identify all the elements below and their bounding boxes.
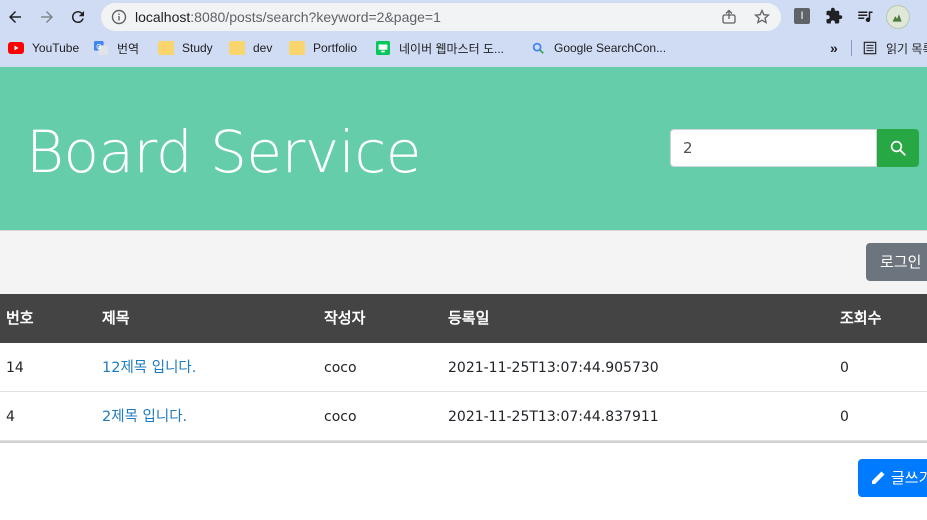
youtube-icon — [8, 42, 24, 54]
cell-views: 0 — [840, 360, 849, 376]
cell-views: 0 — [840, 409, 849, 425]
search-button[interactable] — [877, 129, 919, 167]
bookmarks-bar: YouTube G 번역 Study dev Portfolio 네이버 웹마스… — [0, 36, 927, 60]
extension-i-icon[interactable]: I — [792, 6, 812, 26]
column-header-author: 작성자 — [324, 309, 366, 327]
bookmark-folder-dev[interactable]: dev — [229, 39, 272, 57]
extensions-puzzle-icon[interactable] — [824, 6, 844, 26]
profile-picture-icon — [892, 14, 902, 22]
page-title: Board Service — [26, 118, 421, 186]
bookmark-search-console[interactable]: Google SearchCon... — [530, 39, 666, 57]
login-button[interactable]: 로그인 — [866, 243, 927, 281]
naver-webmaster-icon — [376, 41, 390, 55]
media-playlist-icon[interactable] — [855, 6, 875, 26]
column-header-number: 번호 — [6, 309, 34, 327]
bookmark-youtube[interactable]: YouTube — [8, 39, 79, 57]
back-arrow-icon — [9, 11, 21, 23]
site-info-icon[interactable] — [111, 9, 127, 25]
write-post-button[interactable]: 글쓰기 — [858, 459, 927, 497]
svg-text:G: G — [96, 44, 101, 51]
folder-icon — [289, 41, 305, 55]
cell-author: coco — [324, 360, 357, 376]
bookmark-folder-study[interactable]: Study — [158, 39, 213, 57]
profile-avatar[interactable] — [886, 5, 910, 29]
cell-number: 14 — [6, 360, 24, 376]
table-bottom-border — [0, 441, 927, 443]
reload-button[interactable] — [67, 6, 89, 28]
bookmark-folder-portfolio[interactable]: Portfolio — [289, 39, 357, 57]
post-title-link[interactable]: 12제목 입니다. — [102, 344, 196, 393]
reload-icon — [71, 11, 84, 24]
bookmark-translate[interactable]: G 번역 — [93, 39, 139, 57]
column-header-views: 조회수 — [840, 309, 882, 327]
folder-icon — [158, 41, 174, 55]
back-button[interactable] — [4, 6, 26, 28]
address-bar[interactable]: localhost:8080/posts/search?keyword=2&pa… — [101, 3, 781, 31]
cell-author: coco — [324, 409, 357, 425]
reading-list-icon — [863, 41, 877, 55]
share-icon[interactable] — [721, 9, 737, 25]
url-text: localhost:8080/posts/search?keyword=2&pa… — [135, 9, 441, 25]
google-search-console-icon — [532, 42, 544, 54]
reading-list[interactable]: 읽기 목록 — [862, 39, 927, 57]
column-header-title: 제목 — [102, 309, 130, 327]
pencil-icon — [872, 471, 885, 484]
forward-arrow-icon — [41, 11, 53, 23]
search-icon — [890, 140, 906, 156]
post-title-link[interactable]: 2제목 입니다. — [102, 393, 187, 442]
folder-icon — [229, 41, 245, 55]
toolbar — [0, 230, 927, 294]
cell-date: 2021-11-25T13:07:44.837911 — [448, 409, 659, 425]
bookmark-naver-webmaster[interactable]: 네이버 웹마스터 도... — [375, 39, 504, 57]
bookmarks-divider — [851, 40, 852, 56]
more-bookmarks-chevron-icon[interactable]: » — [830, 39, 838, 57]
search-input[interactable] — [670, 129, 877, 167]
cell-number: 4 — [6, 409, 15, 425]
forward-button[interactable] — [36, 6, 58, 28]
cell-date: 2021-11-25T13:07:44.905730 — [448, 360, 659, 376]
bookmark-star-icon[interactable] — [754, 9, 770, 25]
google-translate-icon: G — [94, 41, 108, 55]
column-header-date: 등록일 — [448, 309, 490, 327]
